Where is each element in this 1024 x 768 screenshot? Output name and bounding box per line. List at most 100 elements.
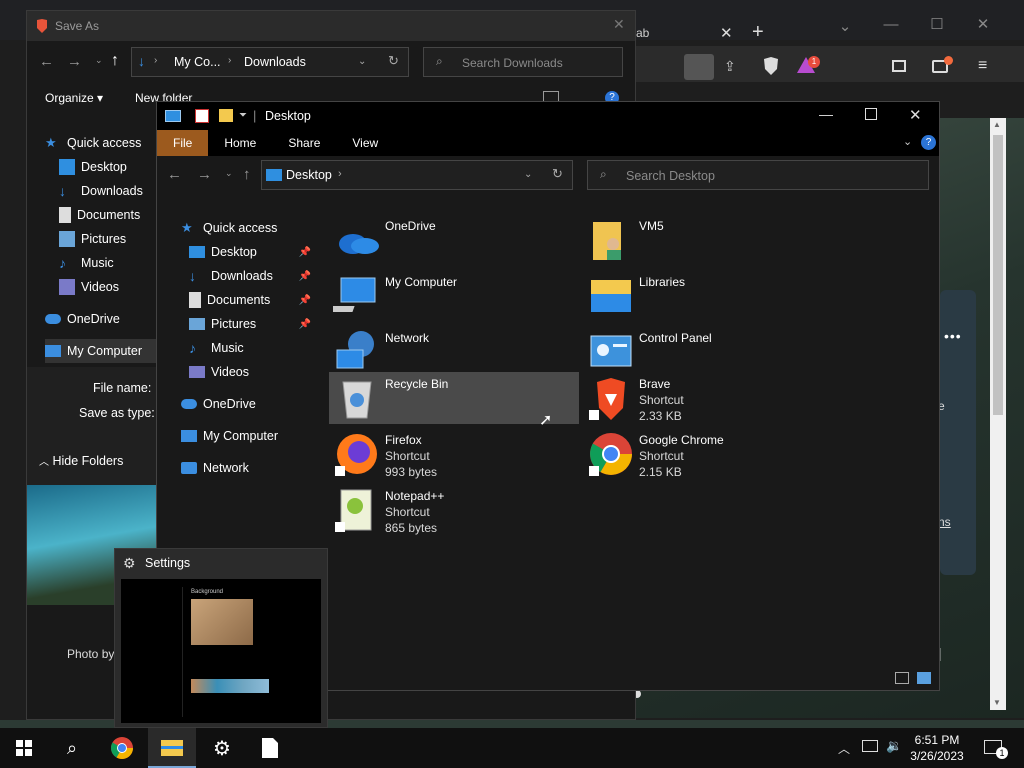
clock[interactable]: 6:51 PM 3/26/2023 [906,732,968,764]
nav-desktop[interactable]: Desktop 📌 [181,240,311,264]
pin-icon[interactable]: 📌 [299,319,311,330]
organize-button[interactable]: Organize ▾ [45,91,103,105]
breadcrumb-downloads[interactable]: Downloads [244,55,306,69]
nav-music[interactable]: ♪ Music [45,251,163,275]
nav-desktop[interactable]: Desktop [45,155,163,179]
large-icons-view-icon[interactable] [917,672,931,684]
nav-videos[interactable]: Videos [45,275,163,299]
tab-view[interactable]: View [336,130,394,156]
tab-file[interactable]: File [157,130,209,156]
start-button[interactable] [0,728,48,768]
details-view-icon[interactable] [895,672,909,684]
close-icon[interactable]: ✕ [909,106,922,124]
reader-mode-icon[interactable] [684,54,714,80]
save-as-search-box[interactable]: ⌕ Search Downloads [423,47,623,77]
back-arrow-icon[interactable]: ← [39,53,54,70]
help-icon[interactable]: ? [921,135,936,150]
up-arrow-icon[interactable]: ↑ [243,166,251,183]
forward-arrow-icon[interactable]: → [197,166,212,183]
nav-videos[interactable]: Videos [181,360,311,384]
item-name: Libraries [639,275,686,289]
save-as-address-bar[interactable]: ↓ › My Co... › Downloads ⌄ ↻ [131,47,409,77]
up-arrow-icon[interactable]: ↑ [111,52,119,70]
desktop-item-vm5[interactable]: VM5 [583,214,833,268]
tab-search-icon[interactable]: ⌄ [822,8,868,44]
menu-icon[interactable]: ≡ [978,57,987,75]
nav-music[interactable]: ♪ Music [181,336,311,360]
nav-quick-access[interactable]: ★ Quick access [45,131,163,155]
hide-folders-button[interactable]: ︿ Hide Folders [39,453,123,468]
nav-desktop-label: Desktop [81,160,127,174]
desktop-item-my-computer[interactable]: My Computer [329,270,579,324]
explorer-address-bar[interactable]: Desktop › ⌄ ↻ [261,160,573,190]
file-name-label: File name: [93,381,152,395]
search-icon[interactable]: ⌕ [48,728,96,768]
show-hidden-icons-icon[interactable]: ︿ [838,740,850,757]
network-status-icon[interactable] [862,740,878,752]
notepad-taskbar-icon[interactable] [246,728,294,768]
chrome-taskbar-icon[interactable] [98,728,146,768]
minimize-icon[interactable]: — [819,106,833,122]
nav-pictures[interactable]: Pictures [45,227,163,251]
explorer-search-box[interactable]: ⌕ Search Desktop [587,160,929,190]
nav-quick-access[interactable]: ★ Quick access [181,216,311,240]
more-options-icon[interactable]: ••• [944,328,962,344]
desktop-item-notepadpp[interactable]: Notepad++ Shortcut 865 bytes [329,484,579,542]
nav-documents[interactable]: Documents 📌 [181,288,311,312]
desktop-item-brave[interactable]: Brave Shortcut 2.33 KB [583,372,833,430]
desktop-item-onedrive[interactable]: OneDrive [329,214,579,268]
nav-onedrive[interactable]: OneDrive [181,392,311,416]
address-path[interactable]: Desktop [286,168,332,182]
nav-network[interactable]: Network [181,456,311,480]
save-as-close-icon[interactable]: ✕ [613,16,625,33]
new-tab-icon[interactable]: + [752,21,764,44]
address-history-icon[interactable]: ⌄ [524,169,532,180]
item-size: 993 bytes [385,465,438,479]
pin-icon[interactable]: 📌 [299,271,311,282]
expand-ribbon-icon[interactable]: ⌄ [903,135,912,148]
desktop-item-firefox[interactable]: Firefox Shortcut 993 bytes [329,428,579,486]
browser-tab-label[interactable]: ab [636,26,649,40]
nav-downloads[interactable]: ↓ Downloads [45,179,163,203]
tab-home[interactable]: Home [208,130,272,156]
refresh-icon[interactable]: ↻ [388,53,399,69]
nav-downloads[interactable]: ↓ Downloads 📌 [181,264,311,288]
close-tab-icon[interactable]: ✕ [720,24,733,42]
recent-locations-icon[interactable]: ⌄ [225,168,233,179]
minimize-icon[interactable]: — [868,6,914,42]
close-window-icon[interactable]: ✕ [960,6,1006,42]
desktop-item-google-chrome[interactable]: Google Chrome Shortcut 2.15 KB [583,428,833,486]
new-folder-icon[interactable] [219,109,233,122]
nav-my-computer[interactable]: My Computer [181,424,311,448]
maximize-icon[interactable] [865,108,877,120]
sidebar-toggle-icon[interactable] [892,60,906,72]
scroll-up-icon[interactable]: ▲ [993,120,1001,129]
nav-documents[interactable]: Documents [45,203,163,227]
forward-arrow-icon[interactable]: → [67,53,82,70]
file-explorer-taskbar-icon[interactable] [148,728,196,768]
recent-locations-icon[interactable]: ⌄ [95,55,103,66]
maximize-icon[interactable]: ☐ [914,6,960,42]
brave-shields-icon[interactable] [762,56,780,76]
page-scrollbar-thumb[interactable] [993,135,1003,415]
pin-icon[interactable]: 📌 [299,247,311,258]
settings-window-thumbnail[interactable]: ⚙ Settings Background [114,548,328,728]
back-arrow-icon[interactable]: ← [167,166,182,183]
settings-taskbar-icon[interactable]: ⚙ [198,728,246,768]
volume-icon[interactable]: 🔉 [886,738,902,754]
tab-share[interactable]: Share [272,130,336,156]
desktop-item-libraries[interactable]: Libraries [583,270,833,324]
chevron-down-icon[interactable]: ⌄ [358,56,366,67]
nav-onedrive-label: OneDrive [67,312,120,326]
breadcrumb-my-computer[interactable]: My Co... [174,55,221,69]
pin-icon[interactable]: 📌 [299,295,311,306]
nav-pictures[interactable]: Pictures 📌 [181,312,311,336]
nav-onedrive[interactable]: OneDrive [45,307,163,331]
refresh-icon[interactable]: ↻ [552,166,563,182]
share-icon[interactable]: ⇪ [724,58,736,75]
properties-icon[interactable] [195,109,209,123]
quick-access-toolbar-icon[interactable]: ⏷ [239,110,247,121]
downloads-arrow-icon: ↓ [138,53,145,69]
scroll-down-icon[interactable]: ▼ [993,698,1001,707]
nav-my-computer[interactable]: My Computer [45,339,163,363]
